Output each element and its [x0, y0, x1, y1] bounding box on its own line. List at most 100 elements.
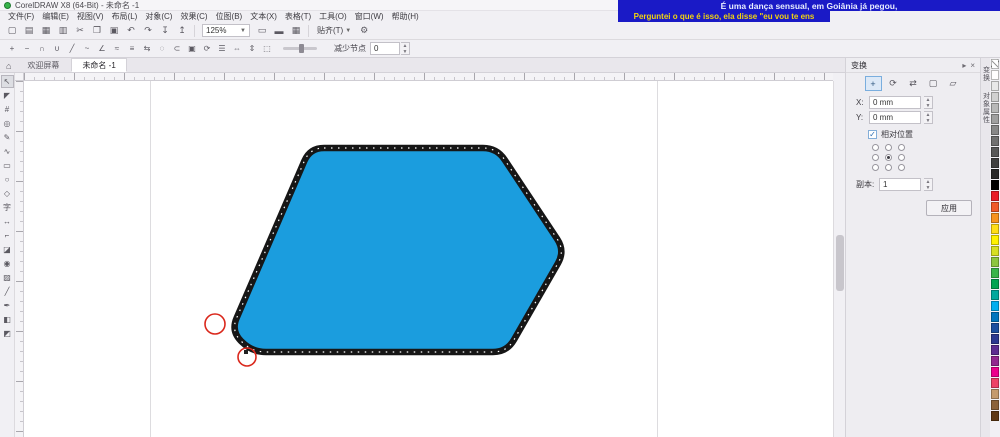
reflect-vertical-icon[interactable]: ⇕ — [245, 42, 259, 56]
show-rulers-icon[interactable]: ▬ — [271, 23, 287, 38]
reverse-direction-icon[interactable]: ⇆ — [140, 42, 154, 56]
paste-icon[interactable]: ▣ — [106, 23, 122, 38]
drawing-canvas[interactable] — [24, 81, 833, 437]
anchor-radio[interactable] — [872, 154, 879, 161]
color-swatch[interactable] — [991, 301, 999, 311]
contour-tool[interactable]: ◉ — [1, 257, 14, 270]
color-swatch[interactable] — [991, 158, 999, 168]
menu-item[interactable]: 效果(C) — [176, 11, 211, 22]
color-swatch[interactable] — [991, 125, 999, 135]
reflect-horizontal-icon[interactable]: ⇔ — [230, 42, 244, 56]
transparency-tool[interactable]: ▨ — [1, 271, 14, 284]
color-swatch[interactable] — [991, 103, 999, 113]
x-position-field[interactable]: 0 mm — [869, 96, 921, 109]
artistic-media-tool[interactable]: ∿ — [1, 145, 14, 158]
transform-skew-icon[interactable]: ▱ — [945, 76, 962, 91]
relative-position-checkbox[interactable]: ✓ — [868, 130, 877, 139]
print-icon[interactable]: ▥ — [55, 23, 71, 38]
color-swatch[interactable] — [991, 356, 999, 366]
color-swatch[interactable] — [991, 334, 999, 344]
no-color-swatch[interactable] — [991, 59, 999, 69]
apply-button[interactable]: 应用 — [926, 200, 972, 216]
menu-item[interactable]: 视图(V) — [73, 11, 108, 22]
select-all-nodes-icon[interactable]: ⬚ — [260, 42, 274, 56]
copies-field[interactable]: 1 — [879, 178, 921, 191]
join-nodes-icon[interactable]: ∩ — [35, 42, 49, 56]
color-swatch[interactable] — [991, 400, 999, 410]
menu-item[interactable]: 文件(F) — [4, 11, 38, 22]
color-swatch[interactable] — [991, 81, 999, 91]
anchor-radio[interactable] — [898, 154, 905, 161]
color-swatch[interactable] — [991, 290, 999, 300]
symmetric-node-icon[interactable]: ≡ — [125, 42, 139, 56]
anchor-radio[interactable] — [872, 164, 879, 171]
vertical-ruler[interactable] — [15, 81, 24, 437]
stretch-nodes-icon[interactable]: ▣ — [185, 42, 199, 56]
color-swatch[interactable] — [991, 147, 999, 157]
transform-position-icon[interactable]: + — [864, 76, 882, 91]
docker-tab[interactable]: 变换 — [981, 66, 991, 82]
dimension-tool[interactable]: ↔ — [1, 215, 14, 228]
outline-pen-tool[interactable]: ✒ — [1, 299, 14, 312]
interactive-fill-tool[interactable]: ◩ — [1, 327, 14, 340]
menu-item[interactable]: 文本(X) — [246, 11, 281, 22]
docker-tab[interactable]: 对象属性 — [981, 92, 991, 124]
document-tab[interactable]: 欢迎屏幕 — [16, 58, 71, 72]
color-swatch[interactable] — [991, 136, 999, 146]
curve-smoothness-slider[interactable] — [283, 44, 317, 53]
reduce-nodes-spinner[interactable]: ▲ ▼ — [401, 42, 410, 55]
scrollbar-thumb[interactable] — [836, 235, 844, 291]
align-nodes-icon[interactable]: ☰ — [215, 42, 229, 56]
menu-item[interactable]: 窗口(W) — [351, 11, 388, 22]
anchor-radio[interactable] — [885, 154, 892, 161]
extract-subpath-icon[interactable]: ⊂ — [170, 42, 184, 56]
anchor-radio[interactable] — [872, 144, 879, 151]
zoom-tool[interactable]: ◎ — [1, 117, 14, 130]
rotate-nodes-icon[interactable]: ⟳ — [200, 42, 214, 56]
redo-icon[interactable]: ↷ — [140, 23, 156, 38]
export-icon[interactable]: ↥ — [174, 23, 190, 38]
menu-item[interactable]: 表格(T) — [281, 11, 315, 22]
menu-item[interactable]: 对象(C) — [141, 11, 176, 22]
color-swatch[interactable] — [991, 92, 999, 102]
menu-item[interactable]: 编辑(E) — [38, 11, 73, 22]
import-icon[interactable]: ↧ — [157, 23, 173, 38]
reduce-nodes-field[interactable]: 0 — [370, 42, 400, 55]
save-icon[interactable]: ▦ — [38, 23, 54, 38]
color-swatch[interactable] — [991, 180, 999, 190]
color-swatch[interactable] — [991, 323, 999, 333]
color-swatch[interactable] — [991, 169, 999, 179]
open-icon[interactable]: ▤ — [21, 23, 37, 38]
transform-scale-mirror-icon[interactable]: ⇄ — [905, 76, 922, 91]
color-swatch[interactable] — [991, 378, 999, 388]
color-swatch[interactable] — [991, 224, 999, 234]
menu-item[interactable]: 位图(B) — [212, 11, 247, 22]
horizontal-ruler[interactable] — [24, 73, 833, 81]
rectangle-tool[interactable]: ▭ — [1, 159, 14, 172]
cut-icon[interactable]: ✂ — [72, 23, 88, 38]
ruler-origin-corner[interactable] — [15, 73, 24, 81]
close-curve-icon[interactable]: ◌ — [155, 42, 169, 56]
color-swatch[interactable] — [991, 367, 999, 377]
home-icon[interactable]: ⌂ — [6, 61, 11, 71]
color-swatch[interactable] — [991, 246, 999, 256]
break-curve-icon[interactable]: ∪ — [50, 42, 64, 56]
color-swatch[interactable] — [991, 279, 999, 289]
vertical-scrollbar[interactable] — [833, 81, 845, 437]
color-swatch[interactable] — [991, 202, 999, 212]
menu-item[interactable]: 工具(O) — [315, 11, 351, 22]
cusp-node-icon[interactable]: ∠ — [95, 42, 109, 56]
selected-node-marker[interactable] — [244, 350, 248, 354]
color-swatch[interactable] — [991, 257, 999, 267]
snap-to-dropdown[interactable]: 贴齐(T) ▼ — [313, 24, 355, 37]
y-position-spinner[interactable]: ▲ ▼ — [924, 111, 933, 124]
connector-tool[interactable]: ⌐ — [1, 229, 14, 242]
docker-close-icon[interactable]: × — [970, 61, 975, 70]
color-swatch[interactable] — [991, 235, 999, 245]
zoom-level-combo[interactable]: 125% ▼ — [202, 24, 250, 37]
color-swatch[interactable] — [991, 191, 999, 201]
options-gear-icon[interactable]: ⚙ — [356, 23, 372, 38]
y-position-field[interactable]: 0 mm — [869, 111, 921, 124]
color-swatch[interactable] — [991, 345, 999, 355]
polygon-tool[interactable]: ◇ — [1, 187, 14, 200]
